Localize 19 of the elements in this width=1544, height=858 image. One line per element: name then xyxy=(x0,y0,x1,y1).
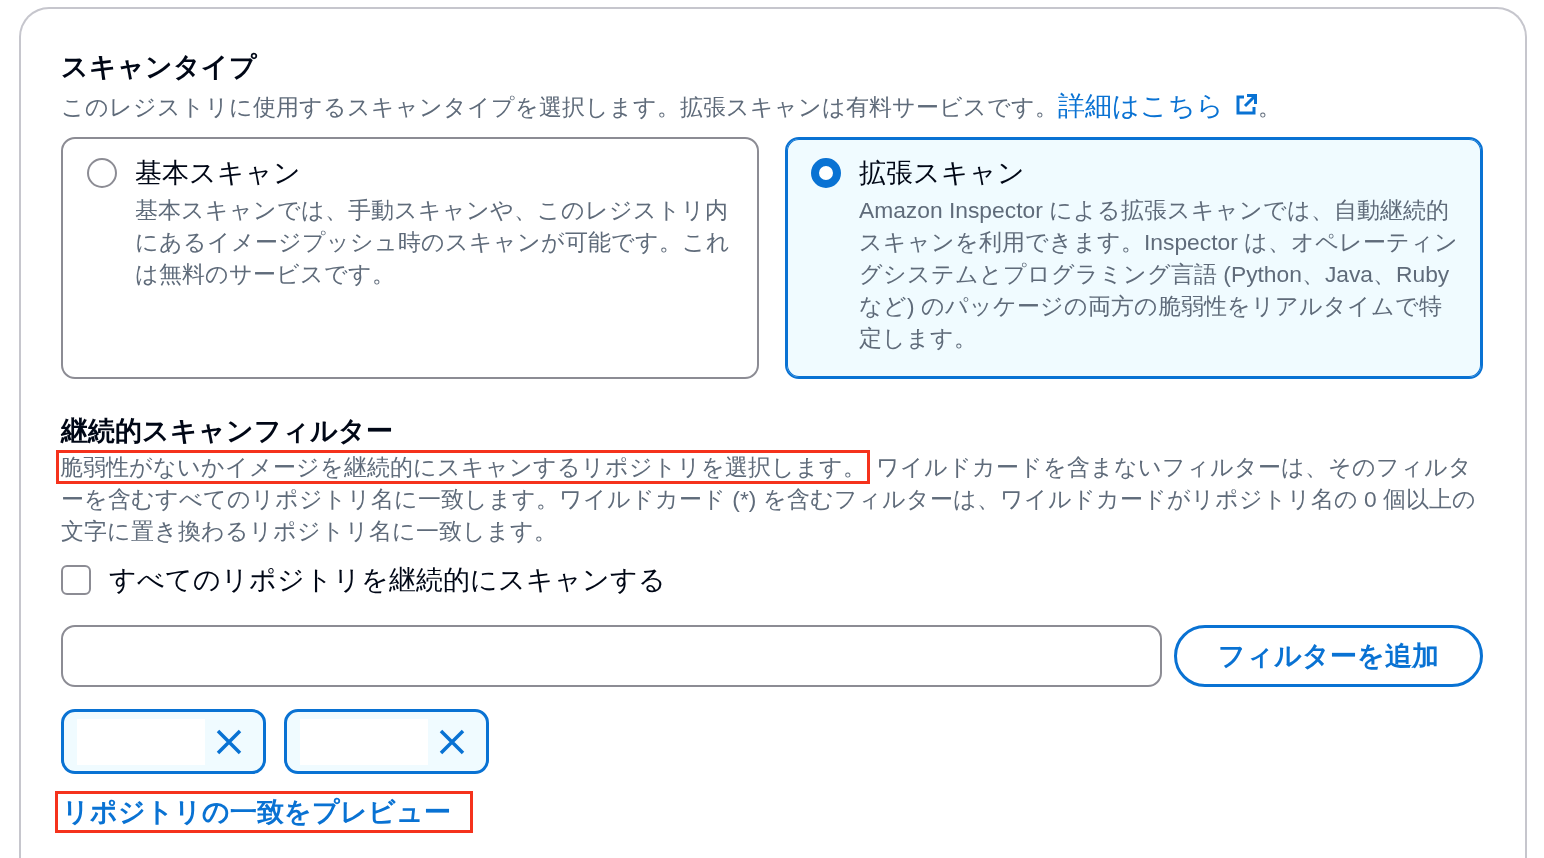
checkbox[interactable] xyxy=(61,565,91,595)
section-heading: スキャンタイプ xyxy=(61,51,258,84)
section-heading: 継続的スキャンフィルター xyxy=(61,415,394,448)
details-link[interactable]: 詳細はこちら xyxy=(1058,91,1258,121)
add-filter-button[interactable]: フィルターを追加 xyxy=(1174,625,1483,687)
radio-button[interactable] xyxy=(87,158,117,188)
close-icon[interactable] xyxy=(215,727,243,756)
external-link-icon xyxy=(1234,93,1258,117)
option-title: 基本スキャン xyxy=(135,157,302,190)
option-title: 拡張スキャン xyxy=(859,157,1026,190)
option-description: Amazon Inspector による拡張スキャンでは、自動継続的スキャンを利用できます。Inspector は、オペレーティングシステムとプログラミング言語 (Python、Java、Ruby など) のパッケージの両方の脆弱性をリアルタイムで特定します。 xyxy=(859,196,1460,353)
radio-button[interactable] xyxy=(811,158,841,188)
option-description: 基本スキャンでは、手動スキャンや、このレジストリ内にあるイメージプッシュ時のスキャンが可能です。これは無料のサービスです。 xyxy=(135,196,731,289)
preview-link[interactable]: リポジトリの一致をプレビュー xyxy=(55,791,473,833)
checkbox-label: すべてのリポジトリを継続的にスキャンする xyxy=(109,564,666,597)
description-text: このレジストリに使用するスキャンタイプを選択します。拡張スキャンは有料サービスです。詳細はこちら 。 xyxy=(61,91,1282,123)
filter-input[interactable] xyxy=(61,625,1162,687)
highlighted-text: 脆弱性がないかイメージを継続的にスキャンするリポジトリを選択します。 xyxy=(56,450,870,484)
close-icon[interactable] xyxy=(438,727,466,756)
